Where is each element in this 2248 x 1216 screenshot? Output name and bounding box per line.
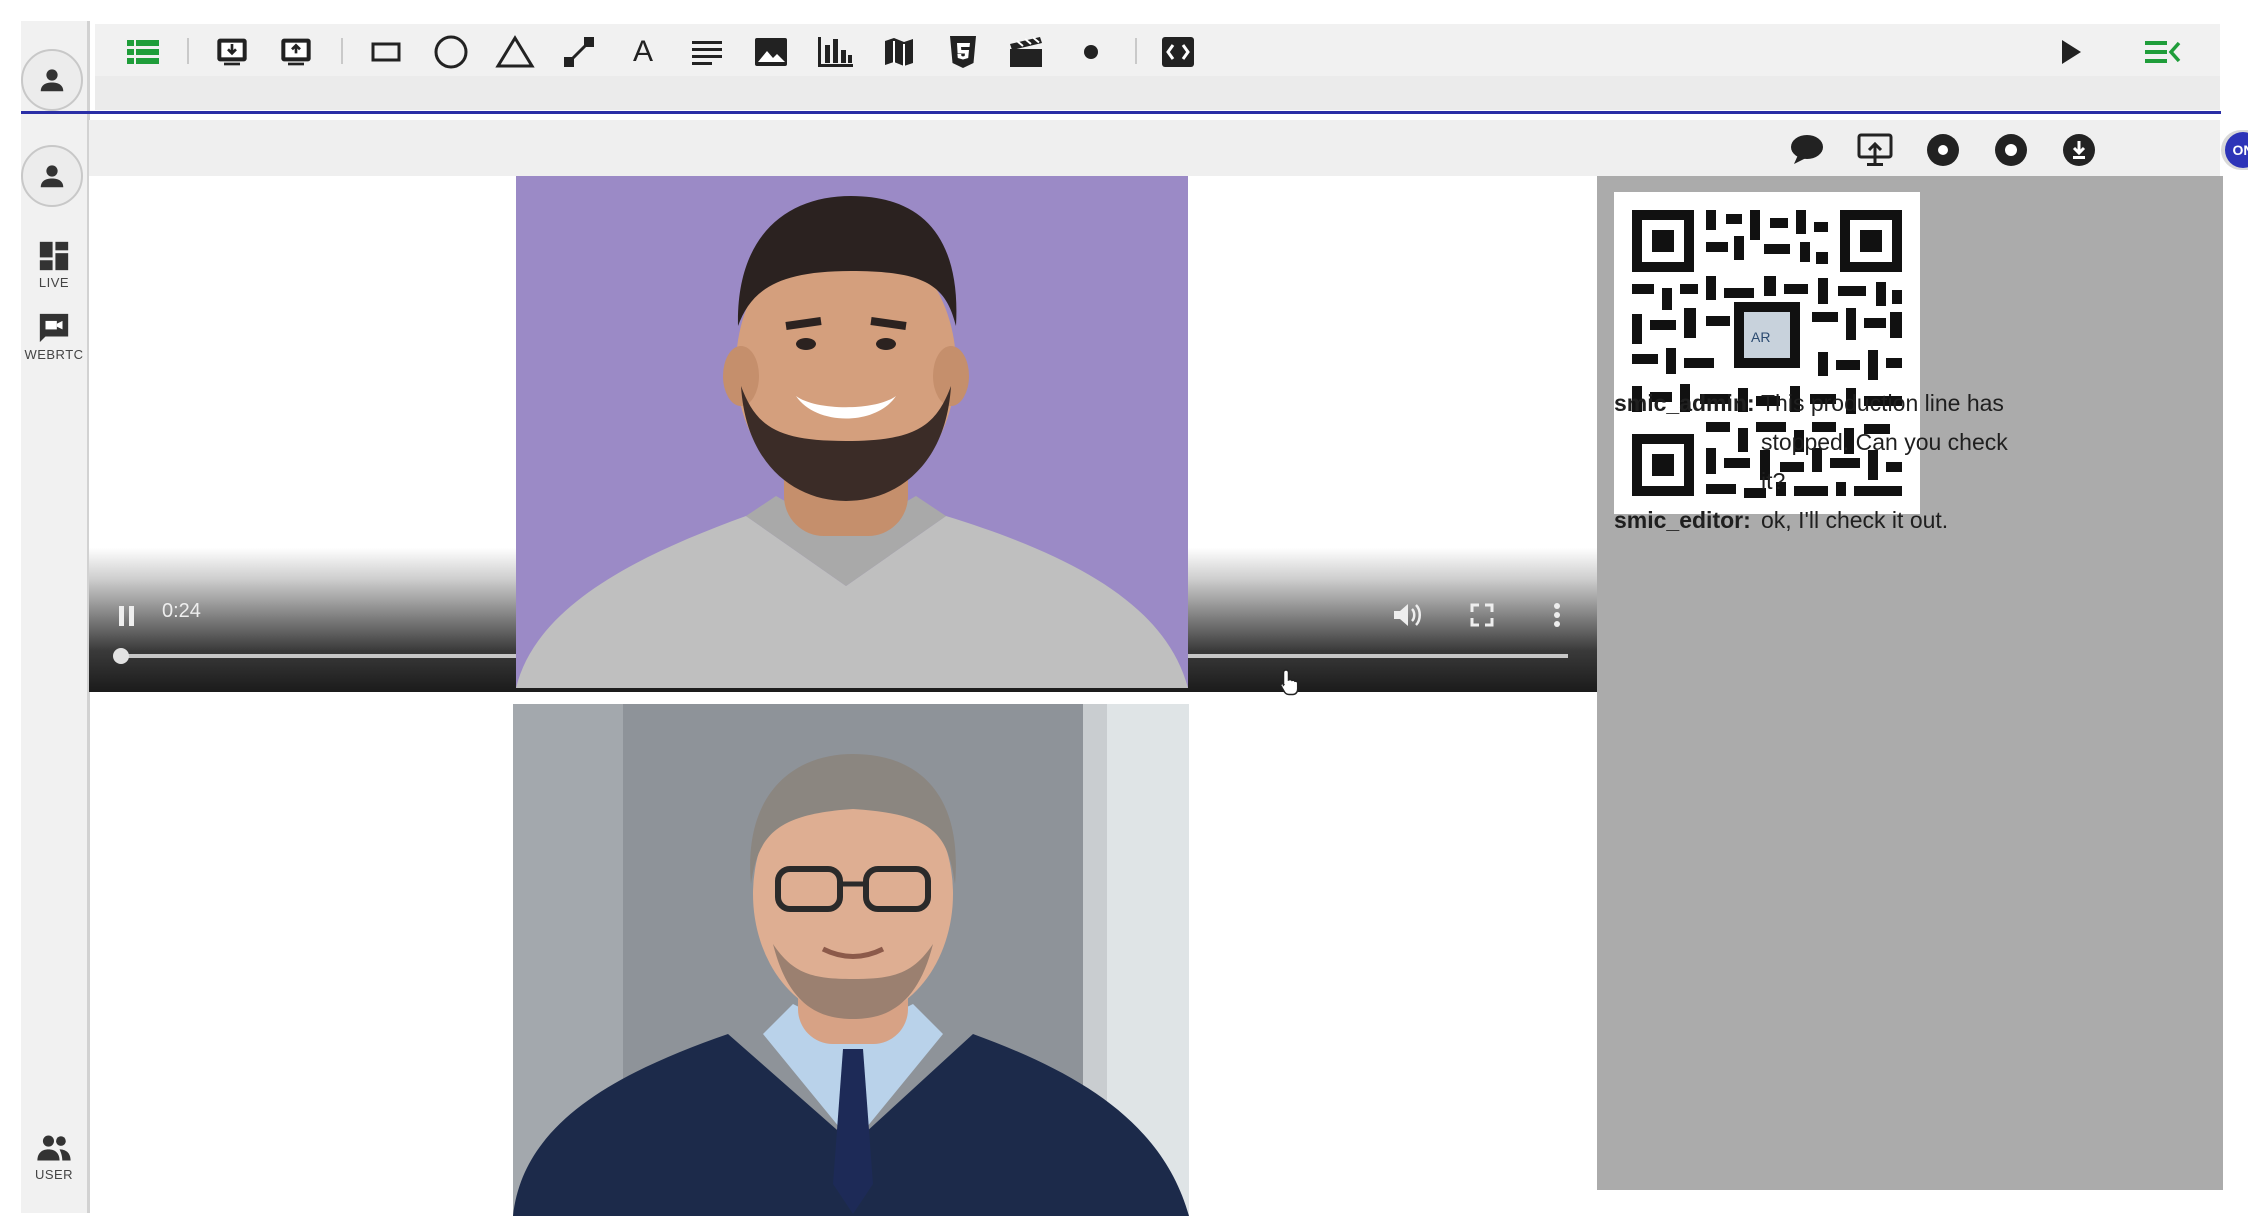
progress-track-right[interactable] <box>1188 654 1568 658</box>
chat-text: This production line has stopped. Can yo… <box>1761 384 2031 501</box>
point-tool-button[interactable] <box>1071 32 1111 72</box>
screen-share-button[interactable] <box>1857 132 1893 168</box>
qr-logo-text: AR <box>1751 329 1770 345</box>
stop-dot-icon <box>1995 134 2027 166</box>
toggle-knob: ON <box>2225 132 2248 168</box>
html5-icon <box>950 36 976 68</box>
participant-video-1 <box>516 176 1188 688</box>
person-icon <box>40 165 64 188</box>
toolbar-subbar <box>95 76 2220 110</box>
video-chat-icon <box>39 313 69 343</box>
more-options-button[interactable] <box>1539 597 1575 633</box>
person-icon <box>40 69 64 92</box>
volume-icon <box>1394 604 1421 626</box>
screen-share-icon <box>1857 133 1893 166</box>
list-icon <box>127 40 159 64</box>
circle-icon <box>434 35 468 69</box>
circle-tool-button[interactable] <box>431 32 471 72</box>
text-icon: A <box>632 35 653 68</box>
pause-icon <box>119 606 134 626</box>
list-view-button[interactable] <box>123 32 163 72</box>
sidebar-item-webrtc[interactable]: WEBRTC <box>21 311 87 362</box>
main-toolbar: A <box>95 24 2220 76</box>
video-tool-button[interactable] <box>1007 32 1047 72</box>
record-dot-icon <box>1927 134 1959 166</box>
chat-text-line: it? <box>1761 468 1786 494</box>
screen-upload-icon <box>281 38 311 66</box>
participant-portrait-businessman <box>513 704 1189 1216</box>
fullscreen-icon <box>1470 603 1494 627</box>
participant-video-2 <box>513 704 1189 1216</box>
chat-panel: AR smic_admin: This production line has … <box>1597 176 2223 1190</box>
paragraph-icon <box>692 41 722 65</box>
sidebar-item-label: WEBRTC <box>24 347 84 362</box>
image-icon <box>755 38 787 66</box>
video-time: 0:24 <box>162 600 201 622</box>
toolbar-divider-line <box>21 111 2221 114</box>
session-controlbar: ON <box>89 120 2248 176</box>
live-toggle[interactable]: ON <box>2221 130 2248 170</box>
stop-record-button[interactable] <box>1993 132 2029 168</box>
chat-text: ok, I'll check it out. <box>1761 501 2031 540</box>
record-button[interactable] <box>1925 132 1961 168</box>
export-screen-button[interactable] <box>276 32 316 72</box>
profile-avatar[interactable] <box>21 145 83 207</box>
sidebar-item-live[interactable]: LIVE <box>21 239 87 290</box>
chat-text-line: ok, I'll check it out. <box>1761 507 1949 533</box>
map-tool-button[interactable] <box>879 32 919 72</box>
map-icon <box>885 38 913 66</box>
chat-text-line: stopped. Can you check <box>1761 429 2008 455</box>
sidebar-item-user[interactable]: USER <box>21 1131 87 1182</box>
paragraph-tool-button[interactable] <box>687 32 727 72</box>
bar-chart-icon <box>818 37 853 67</box>
code-tool-button[interactable] <box>1158 32 1198 72</box>
download-icon <box>2063 134 2095 166</box>
chart-tool-button[interactable] <box>815 32 855 72</box>
html-tool-button[interactable] <box>943 32 983 72</box>
sidebar-item-label: USER <box>34 1167 74 1182</box>
main-video-player[interactable]: 0:24 <box>89 176 1597 696</box>
sidebar-item-label: LIVE <box>38 275 70 290</box>
text-tool-button[interactable]: A <box>623 32 663 72</box>
video-clip-icon <box>1010 36 1042 67</box>
hand-cursor-icon <box>1280 669 1299 696</box>
line-tool-button[interactable] <box>559 32 599 72</box>
chat-icon <box>1791 135 1823 164</box>
triangle-icon <box>495 35 535 68</box>
left-sidebar: LIVE WEBRTC USER <box>21 21 90 1213</box>
image-tool-button[interactable] <box>751 32 791 72</box>
play-button[interactable] <box>2051 32 2091 72</box>
volume-button[interactable] <box>1389 597 1425 633</box>
top-avatar[interactable] <box>21 49 83 111</box>
kebab-menu-icon <box>1554 603 1560 627</box>
progress-thumb[interactable] <box>113 648 129 664</box>
download-button[interactable] <box>2061 132 2097 168</box>
triangle-tool-button[interactable] <box>495 32 535 72</box>
progress-track[interactable] <box>117 654 516 658</box>
line-icon <box>564 37 594 67</box>
toolbar-divider <box>1135 38 1137 64</box>
collapse-menu-button[interactable] <box>2143 32 2183 72</box>
chat-username: smic_admin: <box>1614 390 1755 416</box>
toolbar-divider <box>187 38 189 64</box>
menu-collapse-icon <box>2145 41 2181 63</box>
dot-icon <box>1084 45 1098 59</box>
play-icon <box>2062 40 2081 64</box>
import-screen-button[interactable] <box>212 32 252 72</box>
chat-text-line: This production line has <box>1761 390 2004 416</box>
fullscreen-button[interactable] <box>1464 597 1500 633</box>
rectangle-tool-button[interactable] <box>366 32 406 72</box>
pause-button[interactable] <box>111 600 143 632</box>
dashboard-icon <box>39 241 69 271</box>
chat-username: smic_editor: <box>1614 507 1751 533</box>
chat-button[interactable] <box>1789 132 1825 168</box>
screen-download-icon <box>217 38 247 66</box>
toolbar-divider <box>341 38 343 64</box>
code-block-icon <box>1162 37 1194 67</box>
participant-portrait-young-man <box>516 176 1188 688</box>
users-icon <box>37 1135 71 1161</box>
rectangle-icon <box>371 42 401 62</box>
